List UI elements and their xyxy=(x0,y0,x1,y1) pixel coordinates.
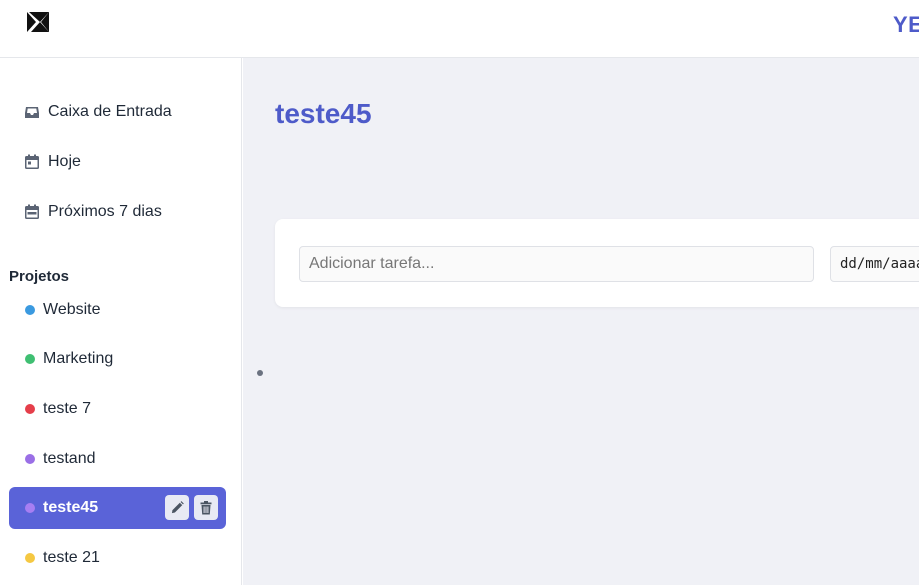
nav-label-inbox: Caixa de Entrada xyxy=(48,103,172,120)
project-color-dot xyxy=(25,354,35,364)
project-color-dot xyxy=(25,553,35,563)
trash-icon xyxy=(200,500,212,514)
edit-project-button[interactable] xyxy=(165,495,189,520)
project-item-teste-21[interactable]: teste 21 xyxy=(9,538,226,578)
project-color-dot xyxy=(25,503,35,513)
page-title: teste45 xyxy=(275,98,372,129)
project-color-dot xyxy=(25,305,35,315)
project-color-dot xyxy=(25,404,35,414)
project-label: teste 7 xyxy=(43,400,92,417)
project-item-testand[interactable]: testand xyxy=(9,439,226,479)
project-label: teste45 xyxy=(43,499,99,516)
nav-label-today: Hoje xyxy=(48,153,81,170)
project-item-teste-7[interactable]: teste 7 xyxy=(9,389,226,429)
calendar-week-icon xyxy=(25,204,39,219)
project-label: Marketing xyxy=(43,350,114,367)
project-item-teste45[interactable]: teste45 xyxy=(9,487,226,529)
sidebar: Caixa de Entrada Hoje Próximos 7 dias Pr… xyxy=(0,58,242,585)
project-label: Website xyxy=(43,301,101,318)
project-label: testand xyxy=(43,450,96,467)
top-bar: YE xyxy=(0,0,919,58)
add-task-card: dd/mm/aaaa xyxy=(275,219,919,307)
projects-heading: Projetos xyxy=(9,268,70,285)
nav-item-today[interactable]: Hoje xyxy=(24,150,81,174)
brand-name: YE xyxy=(893,12,919,37)
project-item-marketing[interactable]: Marketing xyxy=(9,339,226,379)
project-actions xyxy=(165,495,218,520)
logo-icon[interactable] xyxy=(26,11,50,33)
delete-project-button[interactable] xyxy=(194,495,218,520)
due-date-input[interactable]: dd/mm/aaaa xyxy=(830,246,919,282)
project-label: teste 21 xyxy=(43,549,100,566)
add-task-input[interactable] xyxy=(299,246,814,282)
nav-item-inbox[interactable]: Caixa de Entrada xyxy=(24,100,172,124)
nav-item-next-7-days[interactable]: Próximos 7 dias xyxy=(24,200,162,224)
pencil-icon xyxy=(171,501,184,514)
main-content: teste45 dd/mm/aaaa xyxy=(243,58,919,585)
inbox-icon xyxy=(25,107,39,118)
nav-label-next-7-days: Próximos 7 dias xyxy=(48,203,162,220)
project-color-dot xyxy=(25,454,35,464)
project-item-website[interactable]: Website xyxy=(9,290,226,330)
empty-list-bullet xyxy=(257,370,263,376)
calendar-day-icon xyxy=(25,154,39,169)
